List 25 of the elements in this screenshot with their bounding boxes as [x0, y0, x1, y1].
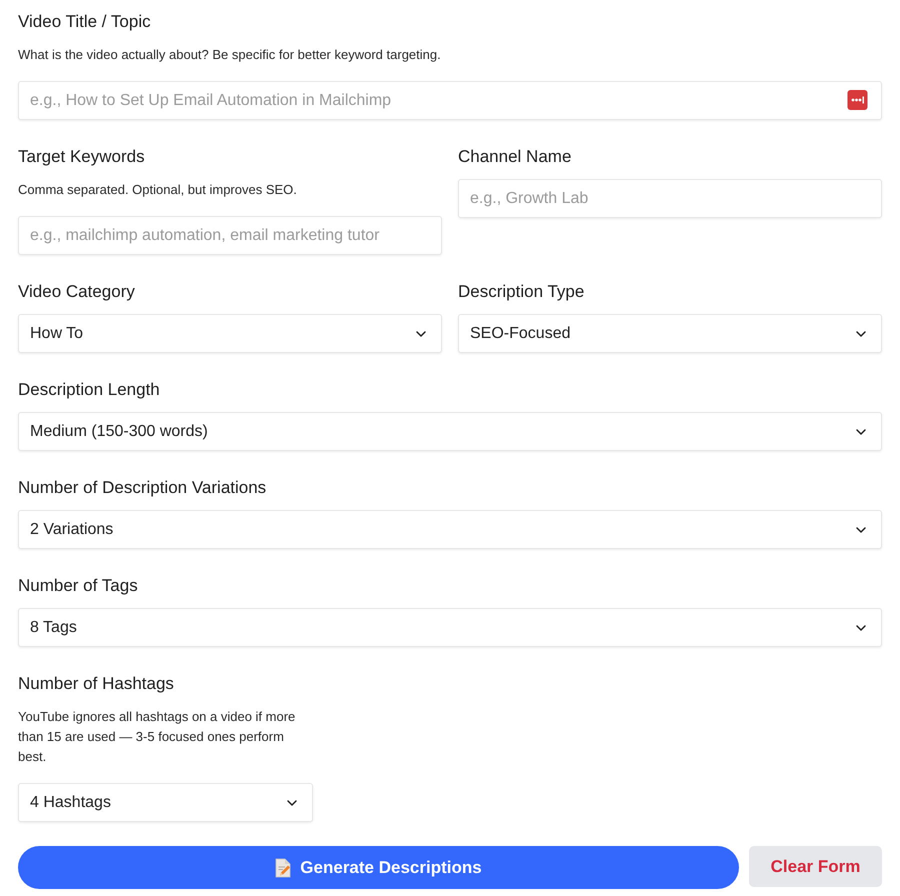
- text-input[interactable]: e.g., mailchimp automation, email marketing tutor: [18, 216, 442, 255]
- field-label: Number of Hashtags: [18, 673, 175, 695]
- text-input[interactable]: e.g., How to Set Up Email Automation in Mailchimp: [18, 81, 882, 120]
- dropdown[interactable]: Medium (150-300 words): [18, 412, 882, 451]
- memo-icon: [275, 858, 292, 878]
- dropdown[interactable]: SEO-Focused: [458, 314, 882, 353]
- field-label: Video Title / Topic: [18, 11, 152, 33]
- help-text: YouTube ignores all hashtags on a video if more than 15 are used — 3-5 focused ones perform best.: [18, 708, 296, 766]
- help-text: What is the video actually about? Be specific for better keyword targeting.: [18, 46, 442, 64]
- field-label: Number of Tags: [18, 575, 139, 597]
- dropdown[interactable]: 8 Tags: [18, 608, 882, 647]
- text-input[interactable]: e.g., Growth Lab: [458, 179, 882, 218]
- field-label: Target Keywords: [18, 146, 146, 168]
- field-label: Number of Description Variations: [18, 477, 268, 499]
- generate-button[interactable]: Generate Descriptions: [18, 846, 739, 889]
- help-text: Comma separated. Optional, but improves SEO.: [18, 181, 298, 199]
- field-label: Description Type: [458, 281, 586, 303]
- ellipsis-badge-icon[interactable]: [847, 90, 868, 110]
- dropdown[interactable]: 2 Variations: [18, 510, 882, 549]
- clear-form-button[interactable]: Clear Form: [749, 846, 882, 887]
- field-label: Channel Name: [458, 146, 572, 168]
- field-label: Video Category: [18, 281, 136, 303]
- field-label: Description Length: [18, 379, 161, 401]
- dropdown[interactable]: 4 Hashtags: [18, 783, 313, 822]
- dropdown[interactable]: How To: [18, 314, 442, 353]
